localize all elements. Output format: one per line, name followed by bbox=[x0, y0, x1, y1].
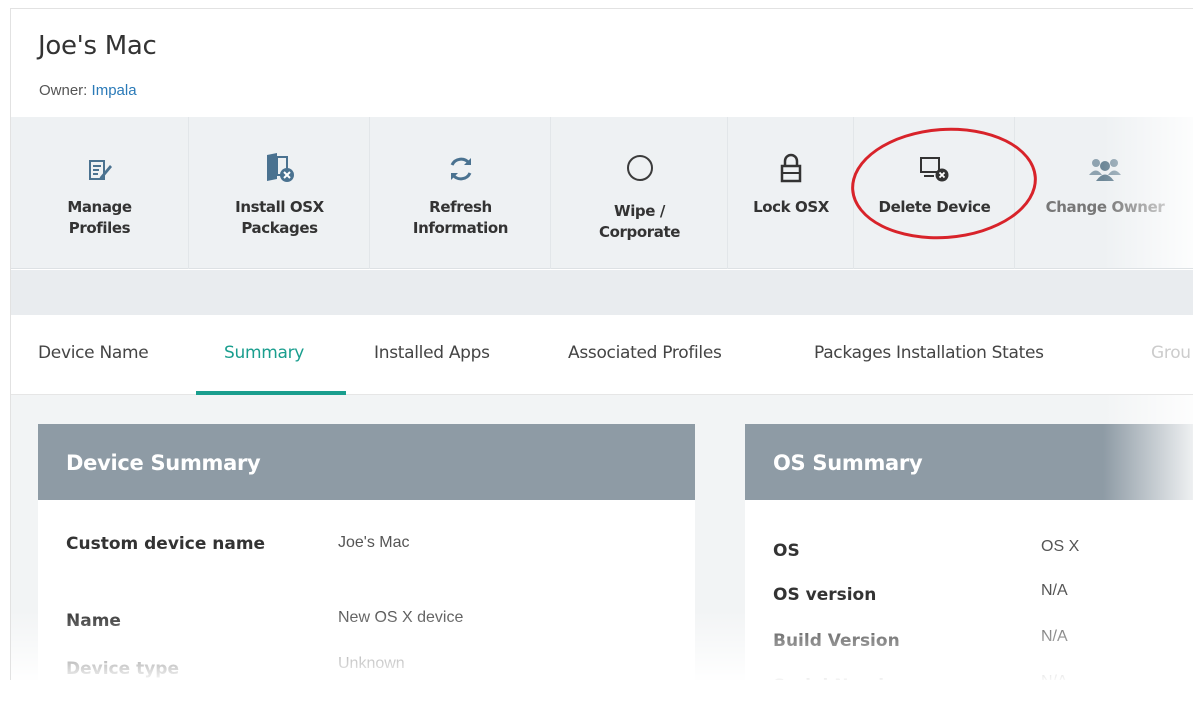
wipe-label-2: Corporate bbox=[598, 223, 681, 241]
device-header: Joe's Mac Owner: Impala bbox=[11, 9, 1193, 117]
custom-device-name-row: Custom device name Joe's Mac bbox=[66, 529, 666, 589]
serial-number-row: Serial Number N/A bbox=[773, 671, 1173, 680]
manage-profiles-label-1: Manage bbox=[67, 198, 132, 216]
users-icon bbox=[1087, 141, 1123, 183]
wipe-corporate-button[interactable]: Wipe / Corporate bbox=[552, 117, 728, 269]
custom-device-name-label: Custom device name bbox=[66, 534, 266, 554]
change-owner-button[interactable]: Change Owner bbox=[1016, 117, 1193, 269]
install-package-icon bbox=[263, 141, 297, 183]
manage-profiles-label-2: Profiles bbox=[68, 219, 131, 237]
os-summary-title: OS Summary bbox=[745, 424, 1193, 500]
build-version-label: Build Version bbox=[773, 631, 900, 651]
summary-content: Device Summary Custom device name Joe's … bbox=[11, 395, 1193, 680]
name-label: Name bbox=[66, 611, 121, 631]
device-details-panel: Joe's Mac Owner: Impala Manage Profiles bbox=[10, 8, 1193, 680]
device-type-value: Unknown bbox=[338, 655, 405, 672]
os-version-row: OS version N/A bbox=[773, 580, 1173, 610]
delete-device-icon bbox=[918, 141, 952, 183]
os-version-value: N/A bbox=[1041, 582, 1068, 599]
wipe-icon bbox=[625, 141, 655, 183]
serial-number-label: Serial Number bbox=[773, 671, 910, 680]
device-summary-title: Device Summary bbox=[38, 424, 695, 500]
wipe-label-1: Wipe / bbox=[614, 202, 665, 220]
install-osx-label-2: Packages bbox=[241, 219, 318, 237]
owner-link[interactable]: Impala bbox=[92, 82, 137, 99]
device-tabs: Device Name Summary Installed Apps Assoc… bbox=[11, 315, 1193, 395]
os-summary-card: OS Summary OS OS X OS version N/A Build … bbox=[745, 424, 1193, 680]
toolbar-spacer bbox=[11, 270, 1193, 315]
tab-installed-apps[interactable]: Installed Apps bbox=[374, 343, 490, 363]
lock-osx-label: Lock OSX bbox=[753, 198, 829, 216]
tab-groups[interactable]: Grou bbox=[1151, 343, 1191, 363]
tab-associated-profiles[interactable]: Associated Profiles bbox=[568, 343, 722, 363]
lock-osx-button[interactable]: Lock OSX bbox=[729, 117, 854, 269]
tab-device-name[interactable]: Device Name bbox=[38, 343, 149, 363]
owner-line: Owner: Impala bbox=[39, 82, 137, 99]
refresh-information-button[interactable]: Refresh Information bbox=[371, 117, 551, 269]
device-summary-card: Device Summary Custom device name Joe's … bbox=[38, 424, 695, 680]
delete-device-label: Delete Device bbox=[878, 198, 991, 216]
custom-device-name-value: Joe's Mac bbox=[338, 534, 410, 551]
name-row: Name New OS X device bbox=[66, 606, 666, 636]
install-osx-label-1: Install OSX bbox=[235, 198, 324, 216]
device-type-row: Device type Unknown bbox=[66, 654, 666, 680]
refresh-label-1: Refresh bbox=[429, 198, 492, 216]
lock-icon bbox=[779, 141, 803, 183]
device-action-toolbar: Manage Profiles Install OSX Packages Ref… bbox=[11, 117, 1193, 269]
install-osx-packages-button[interactable]: Install OSX Packages bbox=[190, 117, 370, 269]
build-version-row: Build Version N/A bbox=[773, 626, 1173, 656]
refresh-label-2: Information bbox=[412, 219, 509, 237]
delete-device-button[interactable]: Delete Device bbox=[855, 117, 1015, 269]
device-title: Joe's Mac bbox=[38, 31, 157, 61]
change-owner-label: Change Owner bbox=[1045, 198, 1165, 216]
manage-profiles-icon bbox=[87, 141, 113, 183]
build-version-value: N/A bbox=[1041, 628, 1068, 645]
os-value: OS X bbox=[1041, 538, 1080, 555]
refresh-icon bbox=[447, 141, 475, 183]
name-value: New OS X device bbox=[338, 609, 464, 626]
os-row: OS OS X bbox=[773, 536, 1173, 566]
tab-summary[interactable]: Summary bbox=[224, 343, 304, 363]
device-type-label: Device type bbox=[66, 659, 179, 679]
os-label: OS bbox=[773, 541, 800, 561]
os-version-label: OS version bbox=[773, 585, 877, 605]
serial-number-value: N/A bbox=[1041, 671, 1068, 680]
owner-label: Owner: bbox=[39, 82, 88, 99]
manage-profiles-button[interactable]: Manage Profiles bbox=[11, 117, 189, 269]
tab-packages-installation-states[interactable]: Packages Installation States bbox=[814, 343, 1044, 363]
